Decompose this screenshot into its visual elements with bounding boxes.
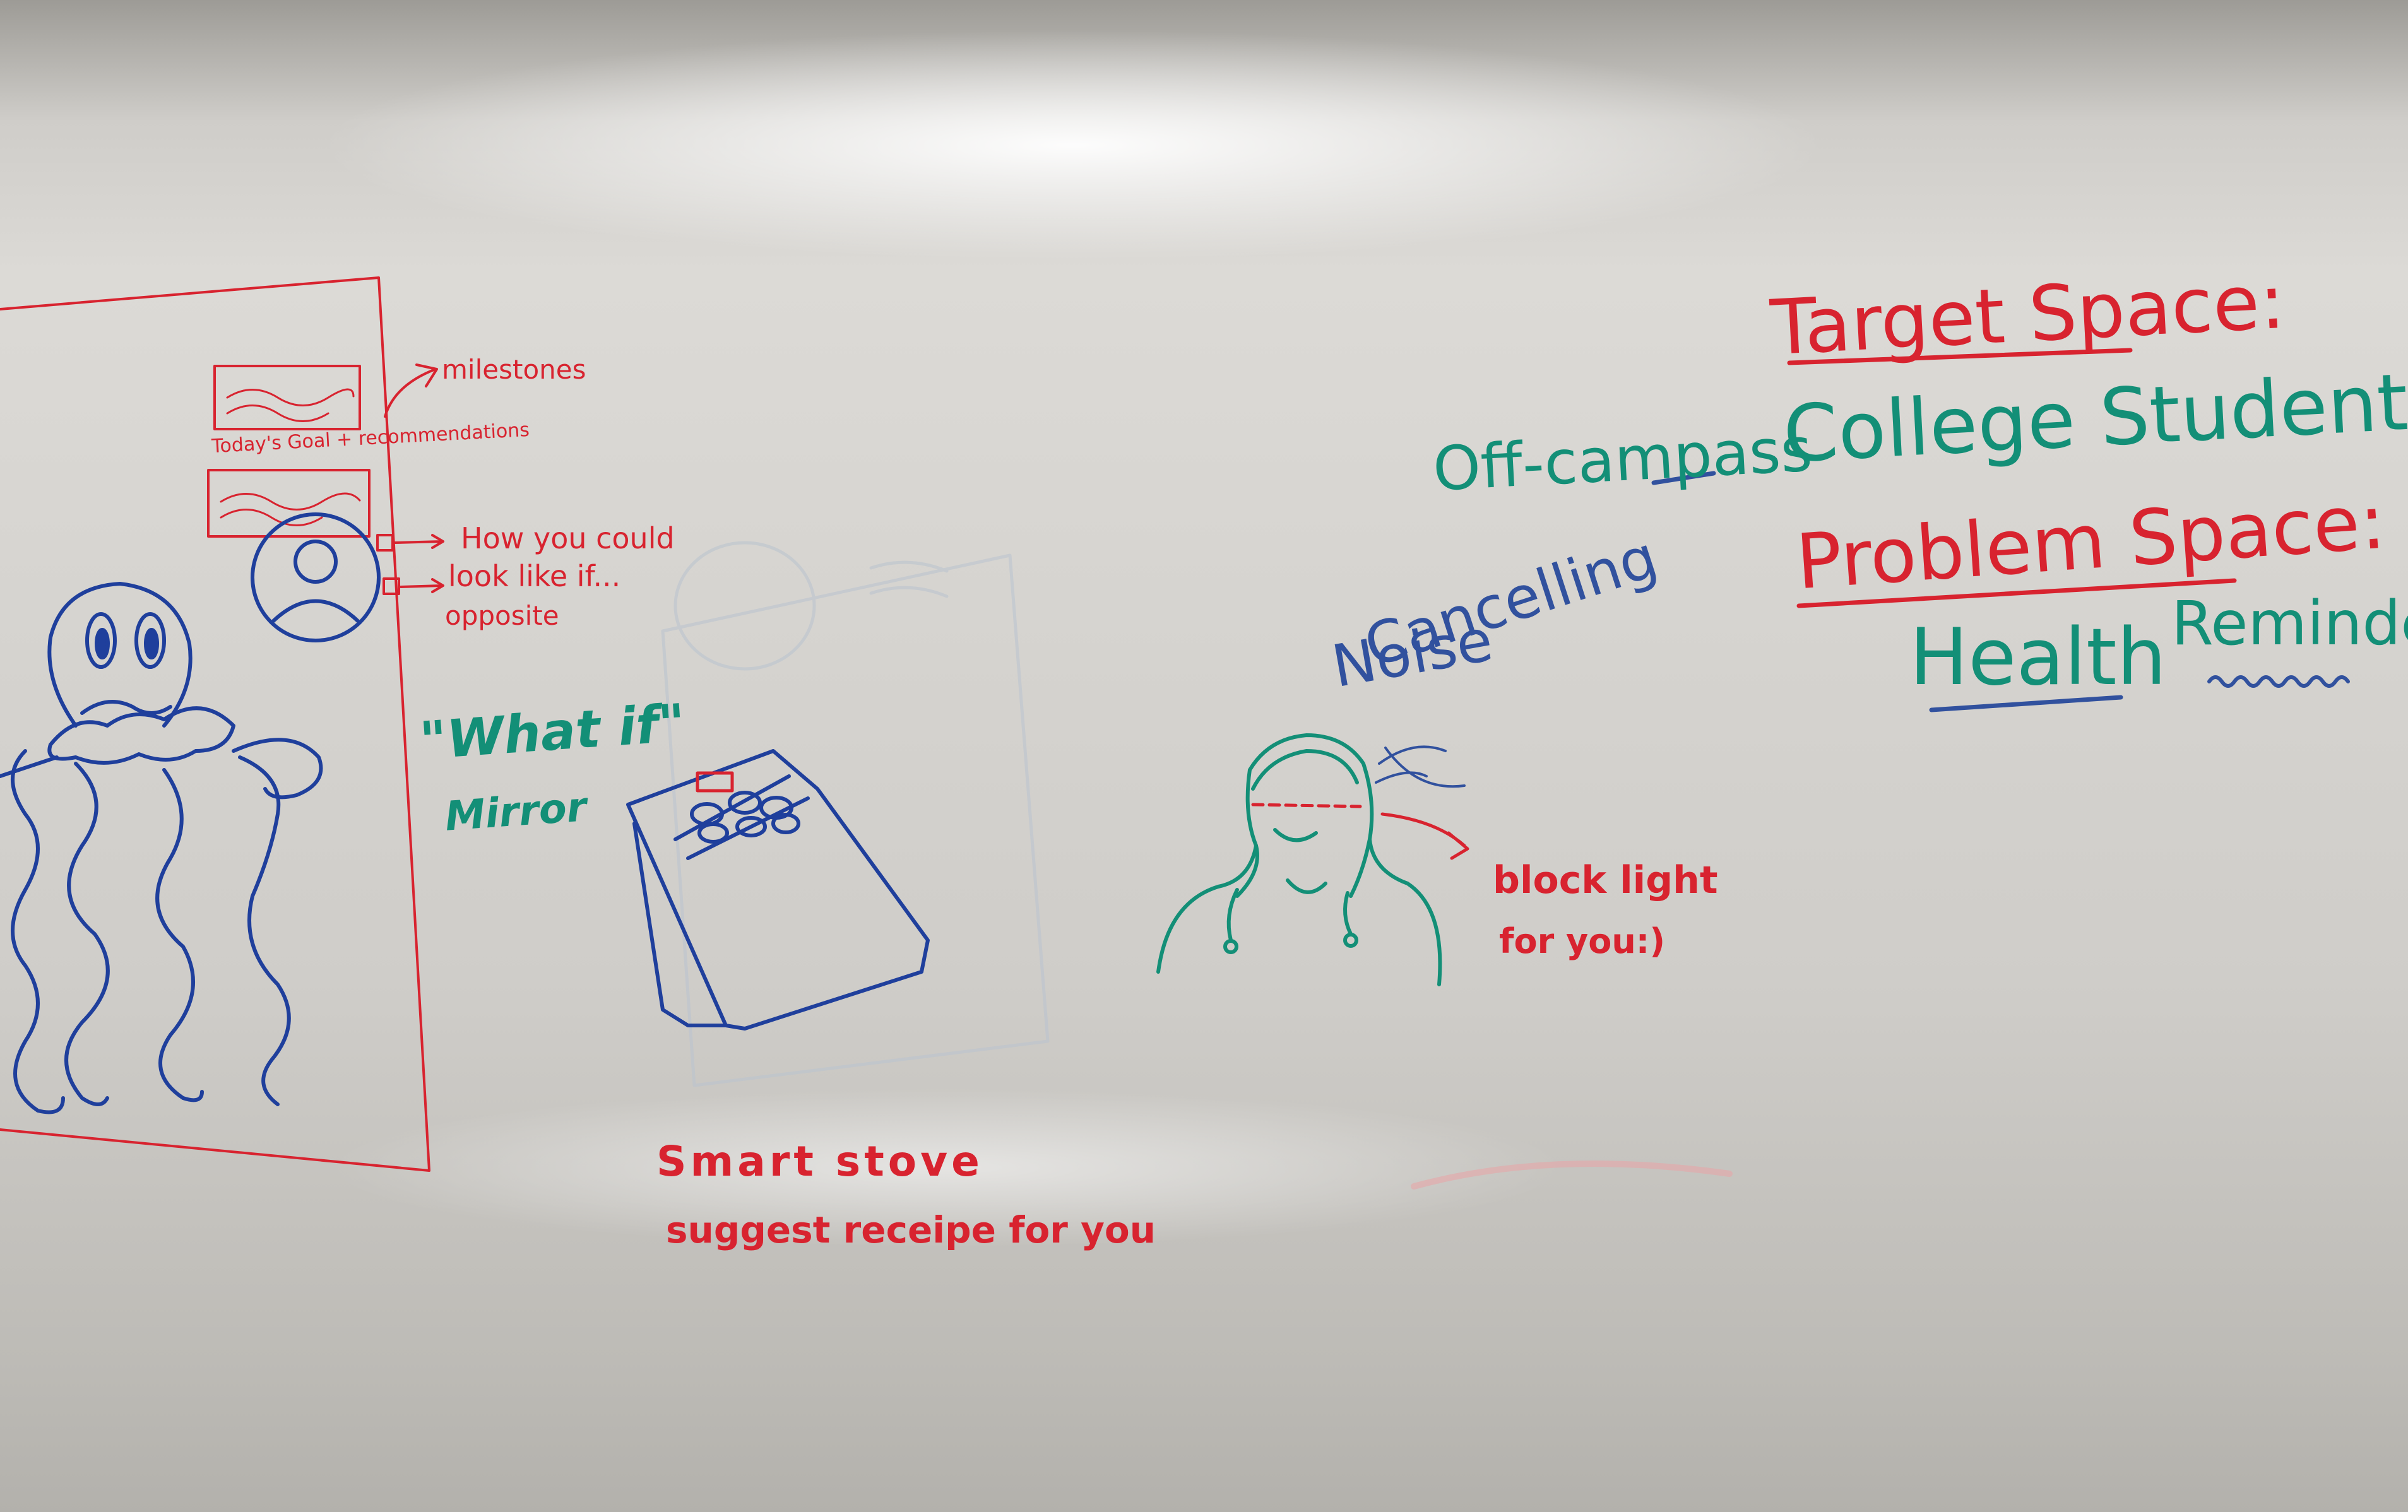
- suggest-receipe-label: suggest receipe for you: [666, 1208, 1156, 1251]
- marker-drawings: [0, 276, 2350, 1190]
- health-label: Health: [1909, 612, 2167, 703]
- for-you-label: for you:): [1499, 921, 1666, 961]
- mirror-label: Mirror: [443, 784, 588, 841]
- smart-stove-label: Smart stove: [656, 1137, 983, 1186]
- how-you-could-label: How you could: [461, 521, 675, 555]
- avatar-icon: [251, 512, 381, 642]
- octopus-mascot: [0, 582, 323, 1114]
- opposite-label: opposite: [445, 600, 559, 631]
- off-campass-label: Off-campass: [1431, 414, 1814, 505]
- todays-goal-box: [207, 469, 371, 538]
- arrow-to-milestones: [384, 363, 438, 418]
- milestones-box: [213, 365, 361, 430]
- mirror-panel: [0, 276, 444, 1172]
- look-like-if-label: look like if...: [448, 559, 621, 593]
- reminders-squiggle: [2207, 675, 2350, 688]
- faint-red-smear: [1411, 1161, 1733, 1190]
- milestones-label: milestones: [442, 354, 586, 385]
- reminders-label: Reminders: [2171, 588, 2408, 659]
- block-light-label: block light: [1493, 858, 1718, 902]
- person-sketch: [1156, 733, 1469, 986]
- arrow-to-block-light: [1380, 812, 1469, 860]
- whiteboard: milestones Today's Goal + recommendation…: [0, 0, 2408, 1512]
